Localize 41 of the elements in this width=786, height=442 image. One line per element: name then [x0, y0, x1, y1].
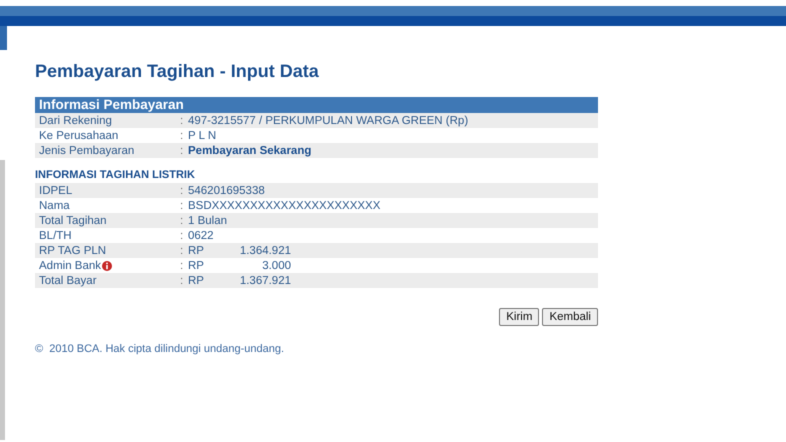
page-title: Pembayaran Tagihan - Input Data: [35, 60, 320, 82]
scrollbar[interactable]: [0, 160, 5, 440]
field-value: P L N: [188, 130, 216, 142]
field-label: Nama: [39, 200, 70, 212]
field-value: 497-3215577 / PERKUMPULAN WARGA GREEN (Rp): [188, 114, 468, 126]
currency-label: RP: [188, 274, 205, 286]
field-label: Jenis Pembayaran: [38, 144, 136, 156]
amount-value: 3.000: [261, 260, 291, 272]
colon-separator: :: [180, 200, 184, 212]
submit-button[interactable]: Kirim: [499, 308, 540, 326]
section-heading: INFORMASI TAGIHAN LISTRIK: [35, 168, 196, 183]
field-label: IDPEL: [39, 184, 72, 196]
info-icon[interactable]: [102, 260, 112, 270]
amount-value: 1.364.921: [238, 244, 291, 256]
field-value: BSDXXXXXXXXXXXXXXXXXXXXXX: [188, 200, 380, 212]
field-label: Ke Perusahaan: [38, 130, 120, 142]
currency-label: RP: [188, 260, 205, 272]
field-value: 546201695338: [188, 184, 265, 196]
field-label: RP TAG PLN: [39, 244, 106, 256]
field-label: Total Tagihan: [39, 214, 107, 226]
colon-separator: :: [180, 114, 184, 126]
field-value: 0622: [188, 230, 214, 242]
colon-separator: :: [180, 214, 184, 226]
field-label: Total Bayar: [39, 274, 97, 286]
field-value: Pembayaran Sekarang: [188, 144, 312, 156]
currency-label: RP: [188, 244, 205, 256]
colon-separator: :: [180, 260, 184, 272]
copyright-text: © 2010 BCA. Hak cipta dilindungi undang-undang.: [35, 343, 286, 355]
section-header: Informasi Pembayaran: [35, 97, 598, 113]
colon-separator: :: [180, 244, 184, 256]
colon-separator: :: [180, 144, 184, 156]
back-button[interactable]: Kembali: [542, 308, 598, 326]
colon-separator: :: [180, 274, 184, 286]
field-label: Admin Bank: [39, 260, 102, 272]
field-label: BL/TH: [39, 230, 72, 242]
colon-separator: :: [180, 130, 184, 142]
colon-separator: :: [180, 230, 184, 242]
field-value: 1 Bulan: [188, 214, 228, 226]
field-label: Dari Rekening: [38, 114, 113, 126]
amount-value: 1.367.921: [238, 274, 291, 286]
colon-separator: :: [180, 184, 184, 196]
